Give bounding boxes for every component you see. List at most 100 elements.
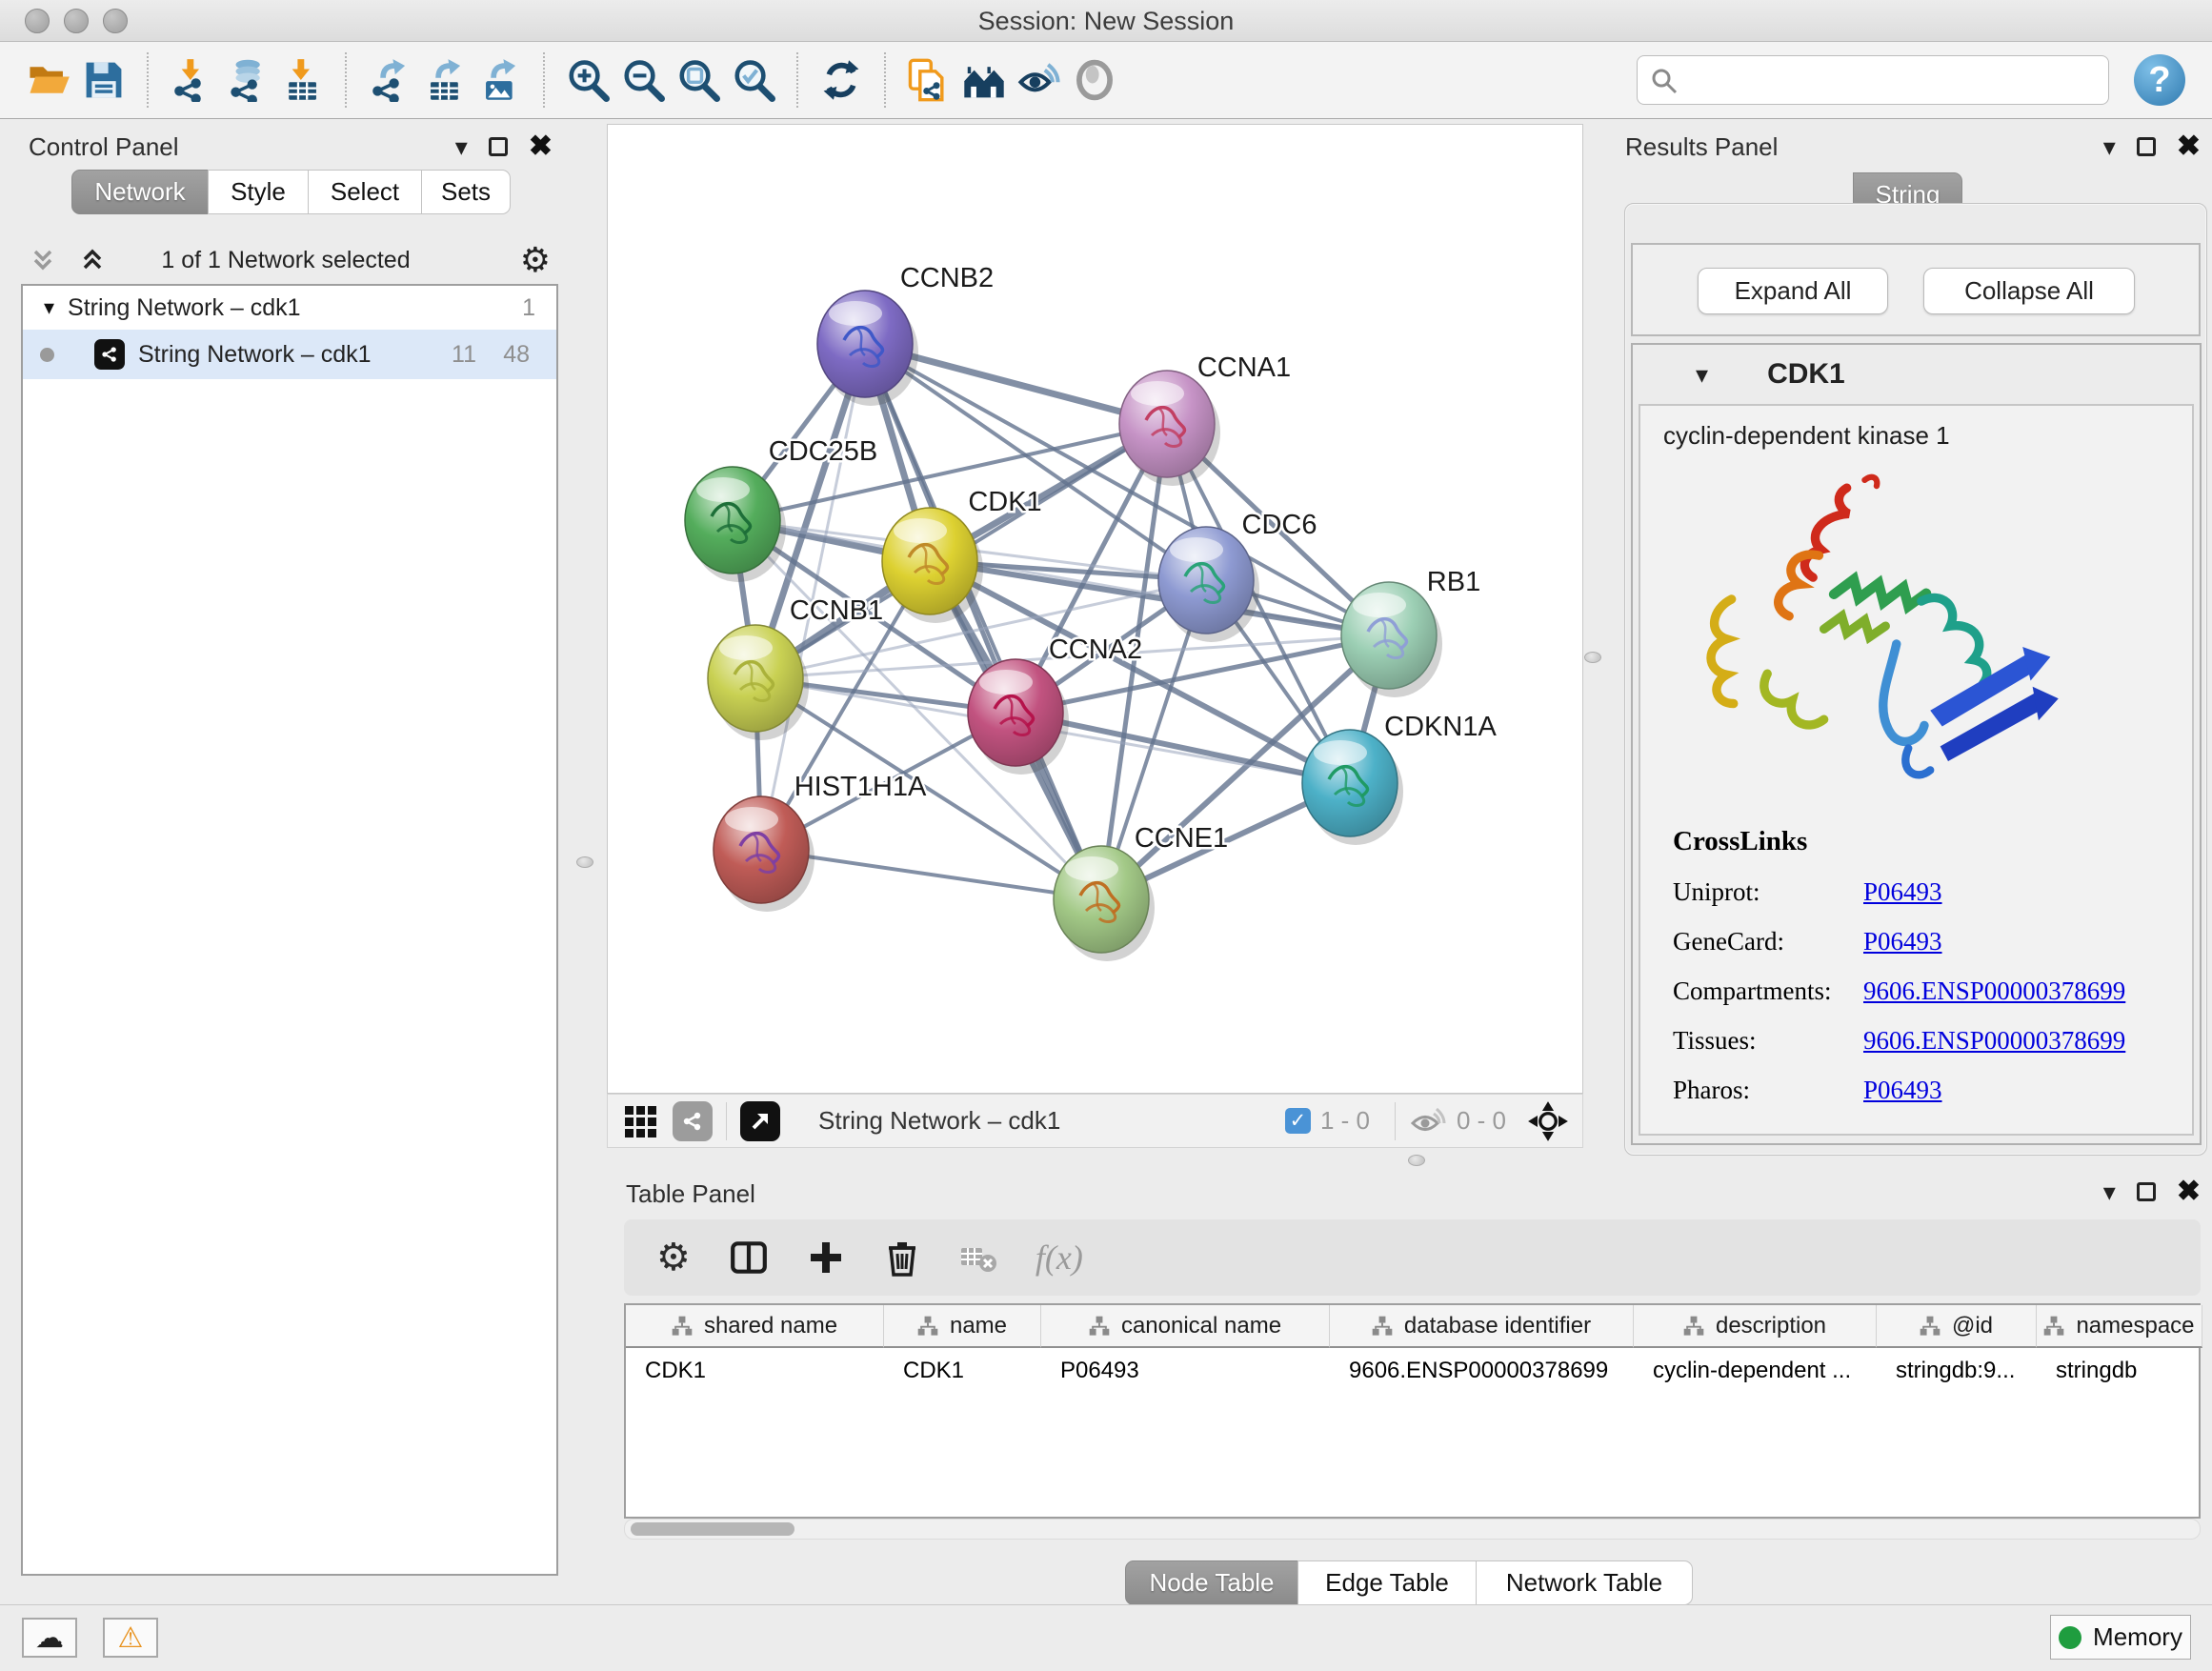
column-header--id[interactable]: @id [1877,1305,2037,1348]
network-options-gear-icon[interactable]: ⚙ [520,239,551,281]
birdseye-grid-icon[interactable] [623,1102,661,1140]
entry-gene-name: CDK1 [1767,358,1845,391]
string-style-toggle-button[interactable] [673,1101,713,1141]
import-table-button[interactable] [274,52,330,108]
show-columns-icon[interactable] [729,1238,769,1278]
panel-close-button[interactable]: ✖ [529,132,553,161]
zoom-out-button[interactable] [615,52,671,108]
crosslink-link[interactable]: P06493 [1863,877,1942,907]
search-input[interactable] [1637,55,2109,105]
node-CDKN1A[interactable]: CDKN1A [1302,712,1497,845]
panel-float-button[interactable]: ▾ [2103,1179,2116,1204]
export-network-icon [368,58,412,102]
panel-float-button[interactable]: ▾ [2103,134,2116,159]
node-CCNE1[interactable]: CCNE1 [1054,823,1228,961]
cell-canonical-name[interactable]: P06493 [1041,1350,1330,1392]
import-network-file-button[interactable] [164,52,219,108]
show-glass-button[interactable] [1067,52,1122,108]
panel-maximize-button[interactable] [2137,1182,2156,1201]
clone-network-button[interactable] [901,52,956,108]
scrollbar-thumb[interactable] [631,1522,794,1536]
cell-name[interactable]: CDK1 [884,1350,1041,1392]
cell-database-identifier[interactable]: 9606.ENSP00000378699 [1330,1350,1634,1392]
automation-status-button[interactable]: ☁ [22,1618,77,1658]
network-canvas[interactable]: CCNB2CCNA1CDC25BCDK1CDC6RB1CCNB1CCNA2CDK… [607,124,1583,1094]
collection-expand-caret[interactable]: ▾ [44,295,54,320]
cell-shared-name[interactable]: CDK1 [626,1350,884,1392]
expand-all-button[interactable]: Expand All [1698,268,1888,314]
tab-select[interactable]: Select [308,170,422,214]
crosslink-link[interactable]: 9606.ENSP00000378699 [1863,976,2125,1006]
node-CDC25B[interactable]: CDC25B [685,436,877,582]
memory-button[interactable]: Memory [2050,1615,2191,1660]
node-CCNB1[interactable]: CCNB1 [708,595,883,740]
window-title: Session: New Session [0,7,2212,36]
cell-namespace[interactable]: stringdb [2037,1350,2202,1392]
tab-node-table[interactable]: Node Table [1125,1560,1298,1605]
export-image-button[interactable] [473,52,528,108]
open-in-browser-button[interactable] [740,1101,780,1141]
crosshair-icon[interactable] [1527,1100,1569,1142]
cell--id[interactable]: stringdb:9... [1877,1350,2037,1392]
table-options-gear-icon[interactable]: ⚙ [656,1236,691,1279]
string-home-button[interactable] [956,52,1012,108]
left-splitter-handle[interactable] [576,856,593,868]
tab-style[interactable]: Style [208,170,309,214]
export-network-button[interactable] [362,52,417,108]
node-RB1[interactable]: RB1 [1341,567,1480,697]
collection-count: 1 [522,294,535,322]
function-builder-button[interactable]: f(x) [1036,1238,1083,1278]
add-column-icon[interactable] [807,1238,845,1277]
crosslink-row: Uniprot:P06493 [1673,877,2192,907]
help-button[interactable]: ? [2134,54,2185,106]
network-collection-row[interactable]: ▾ String Network – cdk1 1 [23,286,556,330]
network-view-toolbar: String Network – cdk1 ✓ 1 - 0 0 - 0 [607,1094,1583,1148]
string-network-icon [94,339,125,370]
export-table-button[interactable] [417,52,473,108]
selected-checkbox[interactable]: ✓ [1285,1108,1311,1134]
node-HIST1H1A[interactable]: HIST1H1A [714,772,927,912]
node-details-header[interactable]: ▾ CDK1 [1633,345,2200,404]
hide-glass-button[interactable] [1012,52,1067,108]
table-horizontal-scrollbar[interactable] [624,1519,2201,1540]
node-CCNB2[interactable]: CCNB2 [817,263,994,406]
save-session-button[interactable] [76,52,131,108]
panel-close-button[interactable]: ✖ [2177,132,2201,161]
tab-network[interactable]: Network [71,170,209,214]
open-session-button[interactable] [21,52,76,108]
crosslink-link[interactable]: P06493 [1863,1076,1942,1105]
node-CCNA1[interactable]: CCNA1 [1119,352,1291,486]
panel-float-button[interactable]: ▾ [455,134,468,159]
refresh-view-button[interactable] [814,52,869,108]
warnings-button[interactable]: ⚠ [103,1618,158,1658]
column-header-canonical-name[interactable]: canonical name [1041,1305,1330,1348]
zoom-in-button[interactable] [560,52,615,108]
import-network-database-button[interactable] [219,52,274,108]
tab-sets[interactable]: Sets [421,170,511,214]
delete-table-icon[interactable] [959,1238,997,1277]
cell-description[interactable]: cyclin-dependent ... [1634,1350,1877,1392]
entry-description: cyclin-dependent kinase 1 [1663,421,2192,451]
right-splitter-handle[interactable] [1584,652,1601,663]
network-row[interactable]: String Network – cdk1 11 48 [23,330,556,379]
zoom-fit-button[interactable] [671,52,726,108]
column-header-database-identifier[interactable]: database identifier [1330,1305,1634,1348]
panel-maximize-button[interactable] [2137,137,2156,156]
horizontal-splitter-handle[interactable] [1408,1155,1425,1166]
hidden-eye-icon[interactable] [1409,1102,1447,1140]
column-header-description[interactable]: description [1634,1305,1877,1348]
crosslink-link[interactable]: 9606.ENSP00000378699 [1863,1026,2125,1056]
column-header-namespace[interactable]: namespace [2037,1305,2202,1348]
entry-collapse-caret[interactable]: ▾ [1696,362,1708,387]
column-header-name[interactable]: name [884,1305,1041,1348]
panel-close-button[interactable]: ✖ [2177,1178,2201,1206]
panel-maximize-button[interactable] [489,137,508,156]
tab-edge-table[interactable]: Edge Table [1297,1560,1477,1605]
delete-column-icon[interactable] [883,1238,921,1277]
column-header-shared-name[interactable]: shared name [626,1305,884,1348]
collapse-all-button[interactable]: Collapse All [1923,268,2135,314]
control-panel-tabs: NetworkStyleSelectSets [72,170,511,214]
tab-network-table[interactable]: Network Table [1476,1560,1693,1605]
zoom-selected-button[interactable] [726,52,781,108]
crosslink-link[interactable]: P06493 [1863,927,1942,956]
